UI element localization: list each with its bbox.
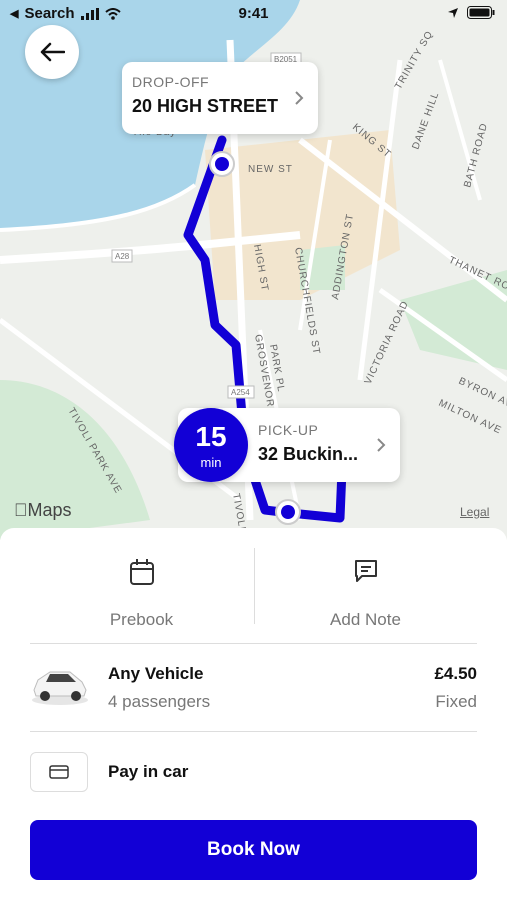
dropoff-card[interactable]: DROP-OFF 20 HIGH STREET xyxy=(122,62,318,134)
vehicle-price: £4.50 xyxy=(434,664,477,683)
pickup-label: PICK-UP xyxy=(258,422,319,438)
legal-link[interactable]: Legal xyxy=(460,505,489,519)
car-icon xyxy=(32,671,88,705)
payment-label: Pay in car xyxy=(108,762,189,781)
vehicle-name: Any Vehicle xyxy=(108,664,204,683)
chevron-right-icon xyxy=(295,91,304,105)
eta-unit: min xyxy=(200,455,222,470)
arrow-left-icon xyxy=(40,42,65,62)
street-label: MILTON AVE xyxy=(437,398,504,437)
book-now-button[interactable]: Book Now xyxy=(30,820,477,880)
street-label: BYRON AV xyxy=(457,376,507,411)
map-view[interactable]: TRINITY SQ KING ST DANE HILL BATH ROAD N… xyxy=(0,0,507,540)
battery-icon xyxy=(467,6,495,19)
road-shield: A254 xyxy=(231,388,250,397)
prebook-label: Prebook xyxy=(109,610,174,629)
pickup-address: 32 Buckin... xyxy=(258,444,359,464)
street-label: NEW ST xyxy=(248,164,293,175)
eta-value: 15 xyxy=(195,421,227,452)
action-row: Prebook Add Note xyxy=(30,548,477,629)
dropoff-address: 20 HIGH STREET xyxy=(132,96,279,116)
credit-card-icon xyxy=(49,765,69,779)
apple-icon:  xyxy=(14,500,28,520)
street-label: DANE HILL xyxy=(410,90,441,151)
prebook-button[interactable]: Prebook xyxy=(30,548,253,629)
vehicle-passengers: 4 passengers xyxy=(108,692,211,711)
vehicle-option[interactable]: Any Vehicle 4 passengers £4.50 Fixed xyxy=(30,654,477,724)
add-note-label: Add Note xyxy=(330,610,401,629)
booking-sheet: Prebook Add Note Any Vehicle 4 passenger… xyxy=(0,528,507,900)
status-bar: ◀ Search 9:41 xyxy=(0,0,507,28)
divider xyxy=(30,731,477,732)
location-arrow-icon xyxy=(448,7,458,18)
note-icon xyxy=(354,560,377,582)
road-shield: A28 xyxy=(115,252,130,261)
eta-badge: 15 min xyxy=(174,408,248,482)
chevron-right-icon xyxy=(377,438,386,452)
calendar-icon xyxy=(129,559,154,585)
dropoff-label: DROP-OFF xyxy=(132,74,210,90)
card-icon-box xyxy=(30,752,88,792)
maps-attribution: Maps xyxy=(14,500,72,520)
price-type: Fixed xyxy=(435,692,477,711)
status-time: 9:41 xyxy=(238,5,269,22)
back-button[interactable] xyxy=(25,25,79,79)
divider xyxy=(30,643,477,644)
add-note-button[interactable]: Add Note xyxy=(254,548,477,629)
street-label: TIVOLI xyxy=(230,493,247,532)
payment-method[interactable]: Pay in car xyxy=(30,752,477,792)
